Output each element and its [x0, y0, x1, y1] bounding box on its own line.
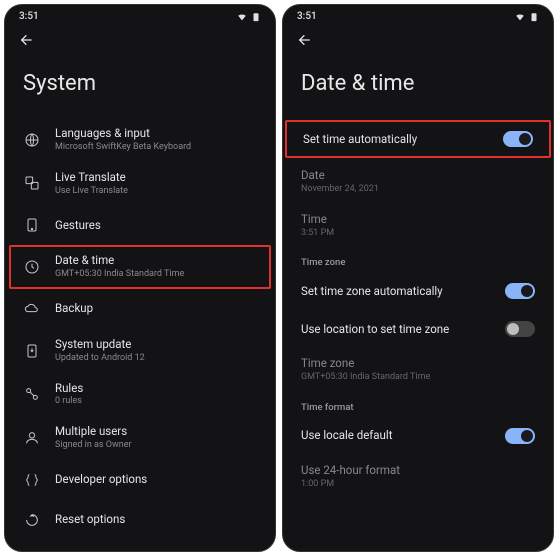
toggle-use-locale[interactable] [505, 428, 535, 444]
item-gestures[interactable]: Gestures [9, 205, 271, 245]
item-reset-options[interactable]: Reset options [9, 500, 271, 540]
wifi-icon [237, 12, 247, 22]
row-sub: 1:00 PM [301, 479, 535, 491]
row-label: Set time zone automatically [301, 284, 495, 299]
row-use-24h: Use 24-hour format 1:00 PM [283, 455, 553, 499]
item-label: Date & time [55, 253, 257, 268]
back-button[interactable] [283, 26, 553, 53]
row-label: Set time automatically [303, 132, 493, 147]
gestures-icon [23, 216, 41, 234]
row-sub: November 24, 2021 [301, 184, 535, 196]
status-icons [515, 12, 539, 22]
item-label: Multiple users [55, 424, 257, 439]
item-label: Gestures [55, 218, 257, 233]
row-time-zone: Time zone GMT+05:30 India Standard Time [283, 348, 553, 392]
row-set-tz-auto[interactable]: Set time zone automatically [283, 272, 553, 310]
braces-icon [23, 471, 41, 489]
row-sub: GMT+05:30 India Standard Time [301, 372, 535, 384]
item-sub: GMT+05:30 India Standard Time [55, 269, 257, 281]
item-label: Live Translate [55, 170, 257, 185]
item-sub: Signed in as Owner [55, 440, 257, 452]
cloud-icon [23, 300, 41, 318]
translate-icon [23, 174, 41, 192]
page-title: Date & time [283, 53, 553, 118]
globe-icon [23, 131, 41, 149]
back-button[interactable] [5, 26, 275, 53]
phone-right: 3:51 Date & time Set time automatically … [282, 4, 554, 552]
status-bar: 3:51 [283, 5, 553, 26]
row-label: Time [301, 212, 535, 227]
clock-icon [23, 258, 41, 276]
status-bar: 3:51 [5, 5, 275, 26]
item-developer-options[interactable]: Developer options [9, 460, 271, 500]
item-languages-input[interactable]: Languages & input Microsoft SwiftKey Bet… [9, 118, 271, 162]
item-label: Reset options [55, 512, 257, 527]
status-time: 3:51 [19, 11, 39, 22]
row-label: Use location to set time zone [301, 322, 495, 337]
item-sub: Use Live Translate [55, 186, 257, 198]
row-sub: 3:51 PM [301, 228, 535, 240]
item-label: Developer options [55, 472, 257, 487]
toggle-use-location-tz[interactable] [505, 321, 535, 337]
item-label: Languages & input [55, 126, 257, 141]
item-backup[interactable]: Backup [9, 289, 271, 329]
item-date-time[interactable]: Date & time GMT+05:30 India Standard Tim… [9, 245, 271, 289]
wifi-icon [515, 12, 525, 22]
battery-icon [529, 12, 539, 22]
item-system-update[interactable]: System update Updated to Android 12 [9, 329, 271, 373]
item-sub: 0 rules [55, 396, 257, 408]
row-set-time-auto[interactable]: Set time automatically [285, 120, 551, 158]
system-list: Languages & input Microsoft SwiftKey Bet… [5, 118, 275, 540]
item-sub: Microsoft SwiftKey Beta Keyboard [55, 142, 257, 154]
users-icon [23, 429, 41, 447]
status-icons [237, 12, 261, 22]
row-time: Time 3:51 PM [283, 204, 553, 248]
arrow-left-icon [19, 32, 35, 48]
item-label: Backup [55, 301, 257, 316]
row-label: Use 24-hour format [301, 463, 535, 478]
item-sub: Updated to Android 12 [55, 353, 257, 365]
item-rules[interactable]: Rules 0 rules [9, 373, 271, 417]
rules-icon [23, 385, 41, 403]
row-label: Date [301, 168, 535, 183]
item-label: Rules [55, 381, 257, 396]
toggle-set-tz-auto[interactable] [505, 283, 535, 299]
update-icon [23, 342, 41, 360]
item-live-translate[interactable]: Live Translate Use Live Translate [9, 162, 271, 206]
row-label: Use locale default [301, 428, 495, 443]
row-use-location-tz[interactable]: Use location to set time zone [283, 310, 553, 348]
item-label: System update [55, 337, 257, 352]
status-time: 3:51 [297, 11, 317, 22]
section-time-format: Time format [283, 392, 553, 417]
row-label: Time zone [301, 356, 535, 371]
reset-icon [23, 511, 41, 529]
battery-icon [251, 12, 261, 22]
toggle-set-time-auto[interactable] [503, 131, 533, 147]
section-time-zone: Time zone [283, 247, 553, 272]
item-multiple-users[interactable]: Multiple users Signed in as Owner [9, 416, 271, 460]
phone-left: 3:51 System Languages & input Microsoft … [4, 4, 276, 552]
row-use-locale[interactable]: Use locale default [283, 417, 553, 455]
page-title: System [5, 53, 275, 118]
row-date: Date November 24, 2021 [283, 160, 553, 204]
arrow-left-icon [297, 32, 313, 48]
